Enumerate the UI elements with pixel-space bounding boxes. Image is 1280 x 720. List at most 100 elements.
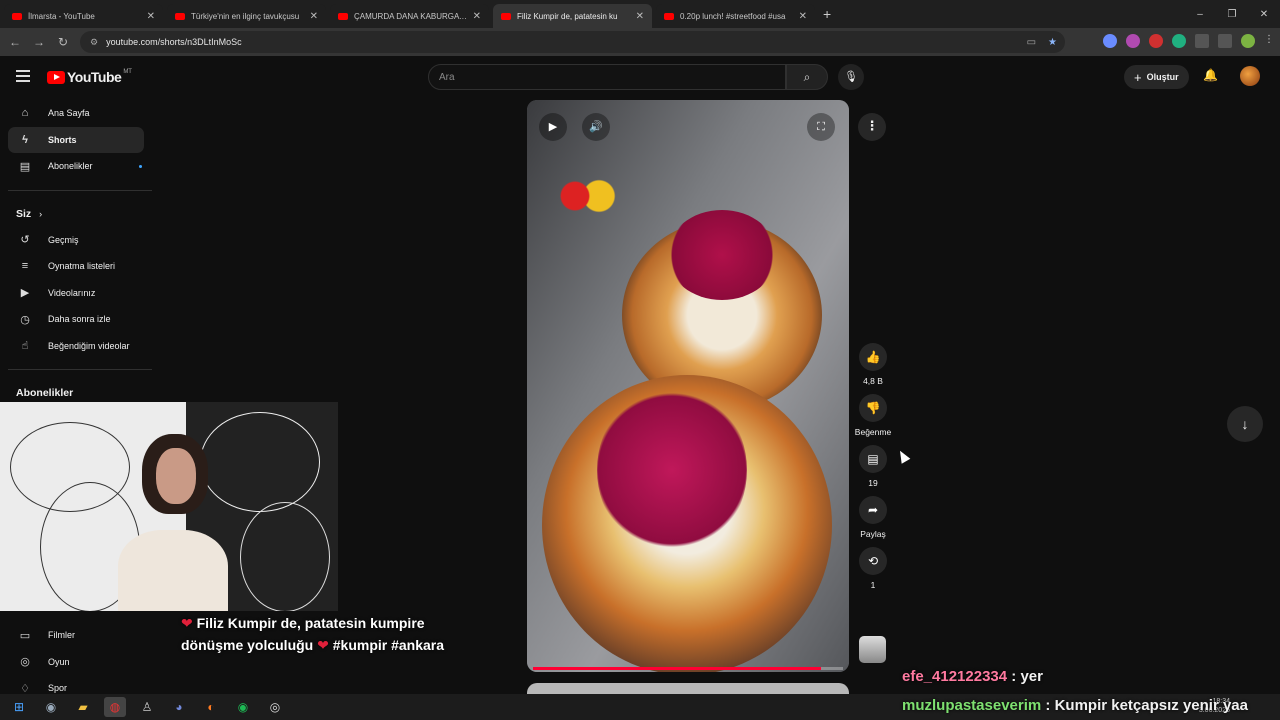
shorts-video-player[interactable]: ▶ 🔊 ⛶	[527, 100, 849, 672]
windows-start-icon[interactable]: ⊞	[8, 697, 30, 717]
sidebar-item-your-videos[interactable]: ▶ Videolarınız	[8, 280, 144, 307]
app-icon[interactable]: ♙	[136, 697, 158, 717]
window-controls: – ❐ ✕	[1184, 0, 1280, 28]
browser-tab[interactable]: Türkiye'nin en ilginç tavukçusu ✕	[167, 4, 326, 28]
like-action[interactable]: 👍 4,8 B	[852, 343, 894, 386]
sidebar-item-gaming[interactable]: ◎ Oyun	[8, 649, 144, 676]
sidebar-item-label: Oynatma listeleri	[48, 261, 116, 272]
sidebar-item-label: Abonelikler	[48, 161, 93, 172]
comments-action[interactable]: ▤ 19	[852, 445, 894, 488]
playlists-icon: ≡	[21, 260, 29, 273]
hamburger-menu-icon[interactable]	[16, 70, 30, 82]
close-tab-icon[interactable]: ✕	[147, 11, 155, 22]
sidebar-item-label: Ana Sayfa	[48, 108, 90, 119]
account-avatar[interactable]	[1240, 66, 1260, 86]
logo-text: YouTube	[67, 69, 122, 85]
site-info-icon[interactable]: ⚙	[90, 37, 98, 48]
browser-menu-icon[interactable]: ⋮	[1264, 34, 1274, 48]
notifications-bell-icon[interactable]: 🔔	[1203, 68, 1218, 82]
volume-icon[interactable]: 🔊	[582, 113, 610, 141]
heart-icon: ❤	[181, 615, 193, 631]
tab-title: İlmarsta - YouTube	[28, 11, 95, 21]
channel-thumbnail[interactable]	[859, 636, 886, 663]
url-field[interactable]: ⚙ youtube.com/shorts/n3DLtInMoSc ▭ ★	[80, 31, 1065, 53]
extension-icon[interactable]	[1103, 34, 1117, 48]
chat-text: : yer	[1011, 668, 1043, 685]
tab-title: 0.20p lunch! #streetfood #usa	[680, 11, 786, 21]
url-text: youtube.com/shorts/n3DLtInMoSc	[106, 37, 242, 47]
file-explorer-icon[interactable]: ▰	[72, 697, 94, 717]
extension-icon[interactable]	[1149, 34, 1163, 48]
browser-tab[interactable]: ÇAMURDA DANA KABURGA PİŞ ✕	[330, 4, 489, 28]
plus-icon: +	[1134, 69, 1142, 85]
youtube-favicon-icon	[664, 12, 674, 20]
youtube-favicon-icon	[338, 12, 348, 20]
shorts-icon: ϟ	[22, 133, 28, 146]
sidebar-item-label: Spor	[48, 683, 68, 694]
new-tab-icon[interactable]: +	[823, 6, 831, 22]
thumbs-up-icon[interactable]: 👍	[859, 343, 887, 371]
profile-avatar-icon[interactable]	[1241, 34, 1255, 48]
extensions-puzzle-icon[interactable]	[1195, 34, 1209, 48]
sidebar-item-home[interactable]: ⌂ Ana Sayfa	[8, 100, 144, 127]
close-tab-icon[interactable]: ✕	[636, 11, 644, 22]
maximize-icon[interactable]: ❐	[1216, 9, 1248, 20]
media-control-icon[interactable]	[1218, 34, 1232, 48]
search-input[interactable]: Ara	[428, 64, 786, 90]
browser-tab[interactable]: 0.20p lunch! #streetfood #usa ✕	[656, 4, 815, 28]
youtube-favicon-icon	[175, 12, 185, 20]
youtube-play-logo-icon	[47, 70, 65, 84]
remix-icon[interactable]: ⟲	[859, 547, 887, 575]
sidebar-item-subscriptions[interactable]: ▤ Abonelikler	[8, 153, 144, 180]
caption-hashtags[interactable]: #kumpir #ankara	[333, 637, 444, 653]
home-icon: ⌂	[21, 107, 29, 120]
voice-search-button[interactable]: 🎙	[838, 64, 864, 90]
share-action[interactable]: ➦ Paylaş	[852, 496, 894, 539]
more-options-icon[interactable]: ⋮	[858, 113, 886, 141]
thumbs-down-icon[interactable]: 👎	[859, 394, 887, 422]
share-icon[interactable]: ➦	[859, 496, 887, 524]
back-icon[interactable]: ←	[3, 35, 27, 49]
extension-icon[interactable]	[1172, 34, 1186, 48]
sidebar-item-history[interactable]: ↺ Geçmiş	[8, 227, 144, 254]
sidebar-item-watch-later[interactable]: ◷ Daha sonra izle	[8, 306, 144, 333]
dislike-action[interactable]: 👎 Beğenme	[852, 394, 894, 437]
bookmark-star-icon[interactable]: ★	[1048, 37, 1057, 48]
you-section-heading[interactable]: Siz ›	[0, 201, 160, 227]
chrome-icon[interactable]: ◍	[104, 697, 126, 717]
sidebar-item-liked-videos[interactable]: ☝ Beğendiğim videolar	[8, 333, 144, 360]
close-tab-icon[interactable]: ✕	[799, 11, 807, 22]
create-button[interactable]: + Oluştur	[1124, 65, 1189, 89]
minimize-icon[interactable]: –	[1184, 9, 1216, 20]
search-button[interactable]: ⌕	[786, 64, 828, 90]
address-bar-row: ← → ↻ ⚙ youtube.com/shorts/n3DLtInMoSc ▭…	[0, 28, 1280, 56]
liked-icon: ☝	[21, 340, 29, 353]
browser-tab-active[interactable]: Filiz Kumpir de, patatesin ku ✕	[493, 4, 652, 28]
steam-icon[interactable]: ◉	[40, 697, 62, 717]
discord-icon[interactable]: ◕	[168, 697, 190, 717]
next-short-arrow-icon[interactable]: ↓	[1227, 406, 1263, 442]
sidebar-item-playlists[interactable]: ≡ Oynatma listeleri	[8, 253, 144, 280]
firefox-icon[interactable]: ◐	[200, 697, 222, 717]
remix-action[interactable]: ⟲ 1	[852, 547, 894, 590]
sidebar-item-shorts[interactable]: ϟ Shorts	[8, 126, 144, 153]
browser-tab[interactable]: İlmarsta - YouTube ✕	[4, 4, 163, 28]
play-icon[interactable]: ▶	[539, 113, 567, 141]
fullscreen-icon[interactable]: ⛶	[807, 113, 835, 141]
video-progress-bar[interactable]	[533, 667, 843, 670]
you-heading-label: Siz	[16, 207, 32, 220]
youtube-logo[interactable]: YouTube MT	[47, 69, 132, 85]
forward-icon[interactable]: →	[27, 35, 51, 49]
obs-icon[interactable]: ◎	[264, 697, 286, 717]
spotify-icon[interactable]: ◉	[232, 697, 254, 717]
sidebar-item-movies[interactable]: ▭ Filmler	[8, 622, 144, 649]
close-tab-icon[interactable]: ✕	[473, 11, 481, 22]
close-tab-icon[interactable]: ✕	[310, 11, 318, 22]
comment-icon[interactable]: ▤	[859, 445, 887, 473]
extensions-bar: ⋮	[1103, 34, 1274, 48]
your-videos-icon: ▶	[20, 287, 30, 300]
reload-icon[interactable]: ↻	[51, 35, 75, 49]
extension-icon[interactable]	[1126, 34, 1140, 48]
close-window-icon[interactable]: ✕	[1248, 9, 1280, 20]
cast-icon[interactable]: ▭	[1027, 37, 1036, 48]
